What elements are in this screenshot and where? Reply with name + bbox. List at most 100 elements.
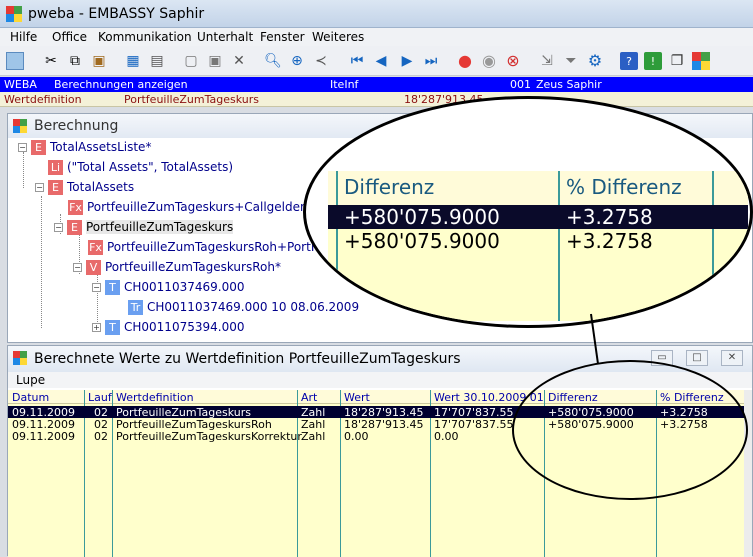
settings-gear-icon[interactable]: ⚙ xyxy=(586,52,604,70)
tree-node[interactable]: Li ("Total Assets", TotalAssets) xyxy=(48,158,233,176)
filter-icon[interactable]: ⏷ xyxy=(562,52,580,70)
zoom-header-prozent-differenz: % Differenz xyxy=(566,175,682,199)
table-header: Datum Lauf Wertdefinition Art Wert Wert … xyxy=(8,390,746,404)
menu-office[interactable]: Office xyxy=(52,30,87,44)
status-mandant-number: 001 xyxy=(510,78,531,91)
cut-icon[interactable]: ✂ xyxy=(42,52,60,70)
menu-fenster[interactable]: Fenster xyxy=(260,30,305,44)
image-icon[interactable]: ▣ xyxy=(206,52,224,70)
transaction-tr-icon: Tr xyxy=(128,299,143,315)
delete-icon[interactable]: ✕ xyxy=(230,52,248,70)
zoom-lens: Differenz % Differenz +580'075.9000 +3.2… xyxy=(303,96,753,328)
zoom-row: +580'075.9000 +3.2758 xyxy=(328,205,748,229)
previous-record-icon[interactable]: ◀ xyxy=(372,52,390,70)
cell-lauf: 02 xyxy=(94,430,108,443)
help-icon[interactable]: ? xyxy=(620,52,638,70)
embassy-logo-icon[interactable] xyxy=(692,52,710,70)
zoom-cell-prozent-differenz: +3.2758 xyxy=(566,229,653,253)
close-icon[interactable]: ✕ xyxy=(721,350,743,366)
berechnung-panel-title: Berechnung xyxy=(34,118,119,134)
table-row[interactable]: 09.11.2009 02 PortfeuilleZumTageskursRoh… xyxy=(8,418,746,431)
title-t-icon: T xyxy=(105,279,120,295)
calculator-icon[interactable]: ▦ xyxy=(124,52,142,70)
share-icon[interactable]: ≺ xyxy=(312,52,330,70)
tree-node[interactable]: − E PortfeuilleZumTageskurs xyxy=(54,218,234,236)
berechnete-werte-panel: Berechnete Werte zu Wertdefinition Portf… xyxy=(7,345,753,557)
tree-node[interactable]: − E TotalAssets xyxy=(35,178,134,196)
tree-node[interactable]: Fx PortfeuilleZumTageskurs+CallgeldenFx.… xyxy=(68,198,333,216)
new-document-icon[interactable] xyxy=(6,52,24,70)
title-t-icon: T xyxy=(105,319,120,335)
play-icon[interactable]: ◉ xyxy=(480,52,498,70)
zoom-row: +580'075.9000 +3.2758 xyxy=(328,229,748,253)
search-icon[interactable]: 🔍︎ xyxy=(264,52,282,70)
export-icon[interactable]: ⇲ xyxy=(538,52,556,70)
entity-e-icon: E xyxy=(31,139,46,155)
vertical-scrollbar[interactable] xyxy=(744,390,752,557)
berechnete-werte-title: Berechnete Werte zu Wertdefinition Portf… xyxy=(34,351,461,367)
tree-node[interactable]: Tr CH0011037469.000 10 08.06.2009 xyxy=(128,298,359,316)
info-icon[interactable]: ! xyxy=(644,52,662,70)
panel-logo-icon xyxy=(13,119,27,133)
paste-icon[interactable]: ▣ xyxy=(90,52,108,70)
table-row[interactable]: 09.11.2009 02 PortfeuilleZumTageskursKor… xyxy=(8,430,746,443)
col-header-wertdefinition[interactable]: Wertdefinition xyxy=(116,391,194,404)
status-mandant-name: Zeus Saphir xyxy=(536,78,602,91)
menu-hilfe[interactable]: Hilfe xyxy=(10,30,37,44)
table-icon[interactable]: ▤ xyxy=(148,52,166,70)
cell-wertdefinition: PortfeuilleZumTageskursKorrektur xyxy=(116,430,302,443)
tree-node[interactable]: − E TotalAssetsListe* xyxy=(18,138,151,156)
lupe-bar: Lupe xyxy=(8,372,752,388)
last-record-icon[interactable]: ⏭ xyxy=(422,52,440,70)
tree-node-label: ("Total Assets", TotalAssets) xyxy=(67,160,234,174)
tree-node-label: TotalAssetsListe* xyxy=(50,140,152,154)
col-header-wert-vergleich[interactable]: Wert 30.10.2009 01 xyxy=(434,391,544,404)
collapse-icon[interactable]: − xyxy=(73,262,82,272)
context-value-name: PortfeuilleZumTageskurs xyxy=(124,93,259,106)
tree-node[interactable]: + T CH0011075394.000 xyxy=(92,318,244,336)
minimize-icon[interactable]: ▭ xyxy=(651,350,673,366)
zoom-header-differenz: Differenz xyxy=(344,175,435,199)
zoom-in-icon[interactable]: ⊕ xyxy=(288,52,306,70)
collapse-icon[interactable]: − xyxy=(18,142,27,152)
collapse-icon[interactable]: − xyxy=(54,222,63,232)
status-bar-context: Wertdefinition PortfeuilleZumTageskurs 1… xyxy=(0,92,753,107)
menu-unterhalt[interactable]: Unterhalt xyxy=(197,30,253,44)
col-header-datum[interactable]: Datum xyxy=(12,391,49,404)
results-table: Datum Lauf Wertdefinition Art Wert Wert … xyxy=(8,390,746,557)
record-icon[interactable]: ● xyxy=(456,52,474,70)
collapse-icon[interactable]: − xyxy=(35,182,44,192)
zoom-lens-header: Differenz % Differenz xyxy=(328,171,748,205)
status-module: WEBA xyxy=(4,78,37,91)
tree-node-label: CH0011075394.000 xyxy=(124,320,245,334)
windows-icon[interactable]: ❐ xyxy=(668,52,686,70)
menu-weiteres[interactable]: Weiteres xyxy=(312,30,364,44)
col-header-wert[interactable]: Wert xyxy=(344,391,370,404)
next-record-icon[interactable]: ▶ xyxy=(398,52,416,70)
entity-li-icon: Li xyxy=(48,159,63,175)
col-header-differenz[interactable]: Differenz xyxy=(548,391,598,404)
cell-wert: 0.00 xyxy=(344,430,369,443)
tree-node[interactable]: − T CH0011037469.000 xyxy=(92,278,244,296)
col-header-art[interactable]: Art xyxy=(301,391,317,404)
col-header-lauf[interactable]: Lauf xyxy=(88,391,112,404)
expand-icon[interactable]: + xyxy=(92,322,101,332)
collapse-icon[interactable]: − xyxy=(92,282,101,292)
status-function: Berechnungen anzeigen xyxy=(54,78,188,91)
table-row[interactable]: 09.11.2009 02 PortfeuilleZumTageskurs Za… xyxy=(8,406,746,419)
cell-art: Zahl xyxy=(301,430,326,443)
tree-connector xyxy=(41,196,42,328)
window-titlebar: pweba - EMBASSY Saphir xyxy=(0,0,753,28)
copy-icon[interactable]: ⧉ xyxy=(66,52,84,70)
tree-node[interactable]: − V PortfeuilleZumTageskursRoh* xyxy=(73,258,281,276)
maximize-icon[interactable]: □ xyxy=(686,350,708,366)
col-header-prozent-differenz[interactable]: % Differenz xyxy=(660,391,724,404)
stop-icon[interactable]: ⊗ xyxy=(504,52,522,70)
zoom-cell-differenz: +580'075.9000 xyxy=(344,229,500,253)
first-record-icon[interactable]: ⏮ xyxy=(348,52,366,70)
window-icon[interactable]: ▢ xyxy=(182,52,200,70)
lupe-menu[interactable]: Lupe xyxy=(16,373,45,387)
menu-kommunikation[interactable]: Kommunikation xyxy=(98,30,192,44)
tree-node[interactable]: Fx PortfeuilleZumTageskursRoh+PortFx... xyxy=(88,238,336,256)
entity-e-icon: E xyxy=(48,179,63,195)
